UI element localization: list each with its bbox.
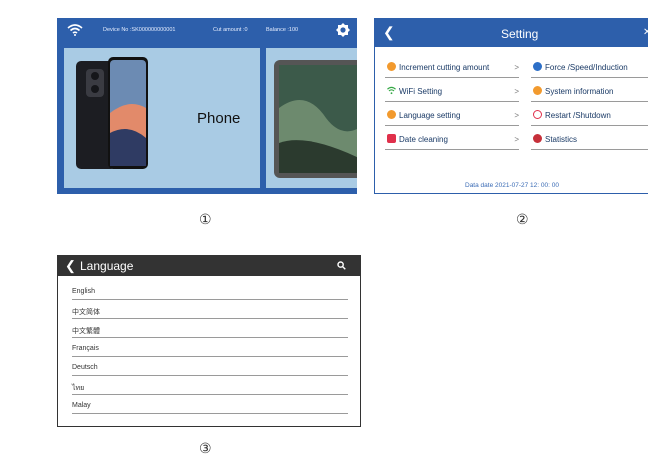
pie-icon — [533, 134, 542, 143]
cut-amount: Cut amount :0 — [213, 27, 248, 33]
gear-icon — [533, 86, 542, 95]
language-option-german[interactable]: Deutsch — [72, 357, 348, 376]
card-label: Phone — [197, 110, 241, 127]
chevron-right-icon: > — [514, 63, 519, 72]
search-icon[interactable] — [337, 261, 346, 270]
dollar-icon — [387, 62, 396, 71]
menu-system-information[interactable]: System information — [531, 84, 648, 102]
back-icon[interactable]: ❮ — [383, 24, 395, 41]
page-title: Language — [80, 259, 134, 273]
gauge-icon — [533, 62, 542, 71]
balance: Balance :100 — [266, 27, 299, 33]
chevron-right-icon: > — [514, 135, 519, 144]
language-option-chinese-traditional[interactable]: 中文繁體 — [72, 319, 348, 338]
chevron-right-icon: > — [514, 111, 519, 120]
settings-header: ❮ Setting ✕ — [375, 19, 648, 47]
wifi-icon — [387, 86, 396, 95]
language-option-thai[interactable]: ไทย — [72, 376, 348, 395]
data-date: Data date 2021-07-27 12: 00: 00 — [465, 182, 559, 189]
menu-label: Statistics — [545, 135, 578, 144]
menu-wifi-setting[interactable]: WiFi Setting > — [385, 84, 519, 102]
menu-date-cleaning[interactable]: Date cleaning > — [385, 132, 519, 150]
menu-label: Restart /Shutdown — [545, 111, 611, 120]
menu-restart-shutdown[interactable]: Restart /Shutdown — [531, 108, 648, 126]
language-option-malay[interactable]: Malay — [72, 395, 348, 414]
menu-label: WiFi Setting — [399, 87, 443, 96]
close-icon[interactable]: ✕ — [643, 27, 648, 38]
language-header: ❮ Language — [58, 256, 360, 276]
lock-icon — [387, 134, 396, 143]
language-option-french[interactable]: Français — [72, 338, 348, 357]
menu-label: Language setting — [399, 111, 461, 120]
back-icon[interactable]: ❮ — [65, 258, 76, 274]
status-bar: Device No :SK000000000001 Cut amount :0 … — [57, 18, 357, 44]
globe-icon — [387, 110, 396, 119]
menu-statistics[interactable]: Statistics — [531, 132, 648, 150]
page-title: Setting — [501, 27, 539, 41]
phone-image — [76, 57, 148, 169]
tablet-image — [274, 60, 357, 178]
screen-number-2: ② — [516, 211, 529, 227]
home-screen: Device No :SK000000000001 Cut amount :0 … — [57, 18, 357, 194]
power-icon — [533, 110, 542, 119]
menu-label: System information — [545, 87, 614, 96]
language-screen: ❮ Language English 中文简体 中文繁體 Français De… — [57, 255, 361, 427]
settings-screen: ❮ Setting ✕ Increment cutting amount > W… — [374, 18, 648, 194]
menu-language-setting[interactable]: Language setting > — [385, 108, 519, 126]
device-number: Device No :SK000000000001 — [103, 27, 176, 33]
menu-increment-cutting[interactable]: Increment cutting amount > — [385, 60, 519, 78]
device-card-phone[interactable]: Phone — [64, 48, 260, 188]
gear-icon[interactable] — [335, 22, 351, 38]
screen-number-3: ③ — [199, 440, 212, 456]
device-card-tablet[interactable] — [266, 48, 357, 188]
screen-number-1: ① — [199, 211, 212, 227]
language-option-english[interactable]: English — [72, 281, 348, 300]
menu-label: Increment cutting amount — [399, 63, 490, 72]
language-option-chinese-simplified[interactable]: 中文简体 — [72, 300, 348, 319]
chevron-right-icon: > — [514, 87, 519, 96]
wifi-icon — [67, 24, 83, 36]
menu-label: Date cleaning — [399, 135, 448, 144]
menu-label: Force /Speed/Induction — [545, 63, 628, 72]
menu-force-speed-induction[interactable]: Force /Speed/Induction — [531, 60, 648, 78]
